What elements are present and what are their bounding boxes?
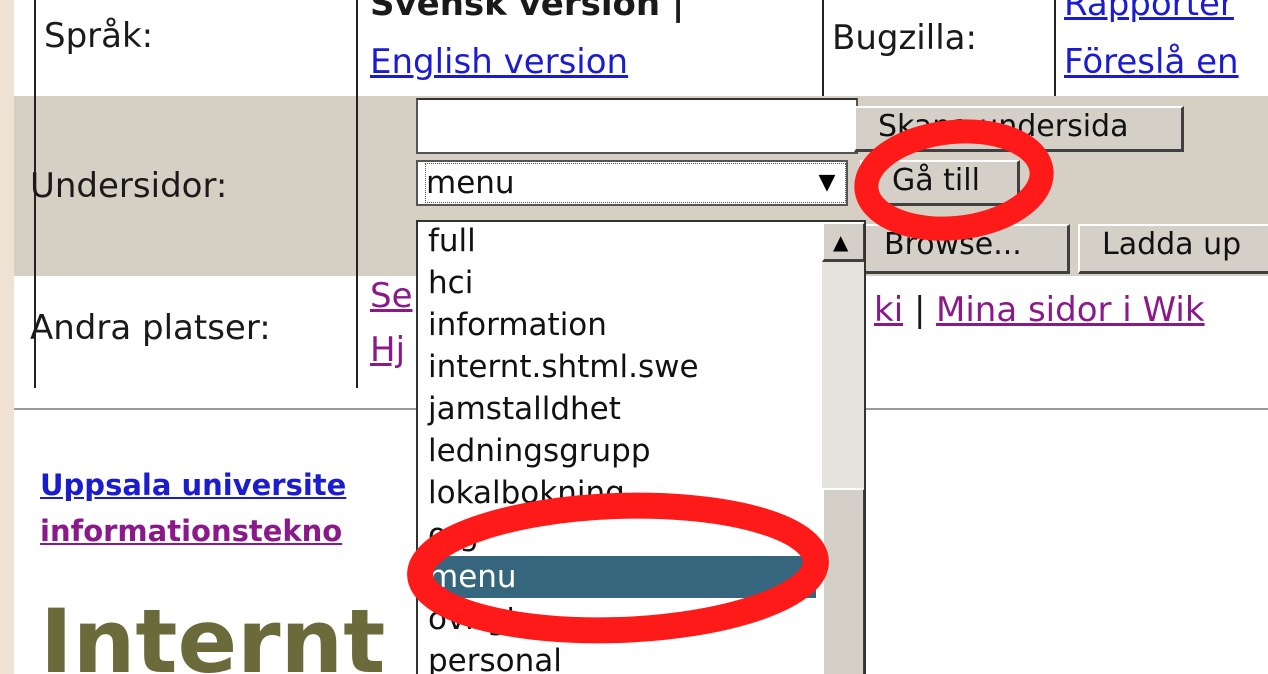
other-places-label: Andra platser: <box>30 308 271 348</box>
other-link-se[interactable]: Se <box>370 276 413 316</box>
other-link-wiki[interactable]: ki <box>874 290 903 330</box>
browse-button[interactable]: Browse... <box>860 224 1070 274</box>
table-border-col1 <box>356 0 358 388</box>
new-subpage-input[interactable] <box>416 98 858 154</box>
page-panel: Språk: Svensk version | English version … <box>14 0 1268 674</box>
table-border-col3 <box>1054 0 1056 96</box>
subpage-dropdown-list[interactable]: full hci information internt.shtml.swe j… <box>416 220 866 674</box>
scroll-up-button[interactable]: ▲ <box>822 222 864 262</box>
list-item[interactable]: jamstalldhet <box>418 388 816 430</box>
english-version-link[interactable]: English version <box>370 42 628 82</box>
list-item[interactable]: övrigt <box>418 598 816 640</box>
bugzilla-suggest-link[interactable]: Föreslå en <box>1064 42 1239 82</box>
scrollbar-thumb[interactable] <box>822 488 864 674</box>
language-current: Svensk version | <box>370 0 685 24</box>
other-link-hj[interactable]: Hj <box>370 330 405 370</box>
chevron-down-icon[interactable]: ▼ <box>810 162 844 204</box>
bugzilla-report-link[interactable]: Rapporter <box>1064 0 1234 24</box>
list-item[interactable]: internt.shtml.swe <box>418 346 816 388</box>
subpages-label: Undersidor: <box>30 166 228 206</box>
list-item[interactable]: personal <box>418 640 816 674</box>
create-subpage-button[interactable]: Skapa undersida <box>854 106 1184 152</box>
upload-button[interactable]: Ladda up <box>1078 224 1268 274</box>
subpage-select[interactable]: menu ▼ <box>416 160 848 206</box>
list-item[interactable]: ledningsgrupp <box>418 430 816 472</box>
page-heading: Internt <box>40 590 386 674</box>
table-border-col2 <box>822 0 824 96</box>
other-links-separator: | <box>914 290 926 330</box>
list-item[interactable]: full <box>418 222 816 262</box>
goto-button[interactable]: Gå till <box>860 160 1020 206</box>
list-item[interactable]: hci <box>418 262 816 304</box>
list-item[interactable]: lokalbokning <box>418 472 816 514</box>
my-pages-link[interactable]: Mina sidor i Wik <box>936 290 1205 330</box>
language-label: Språk: <box>44 16 154 56</box>
list-item[interactable]: information <box>418 304 816 346</box>
chevron-up-icon: ▲ <box>833 230 849 254</box>
subpage-select-value: menu <box>425 163 846 203</box>
list-item-selected[interactable]: menu <box>418 556 816 598</box>
breadcrumb-university-link[interactable]: Uppsala universite <box>40 468 346 502</box>
bugzilla-label: Bugzilla: <box>832 18 977 58</box>
list-item[interactable]: org <box>418 514 816 556</box>
breadcrumb-it-link[interactable]: informationstekno <box>40 514 342 548</box>
